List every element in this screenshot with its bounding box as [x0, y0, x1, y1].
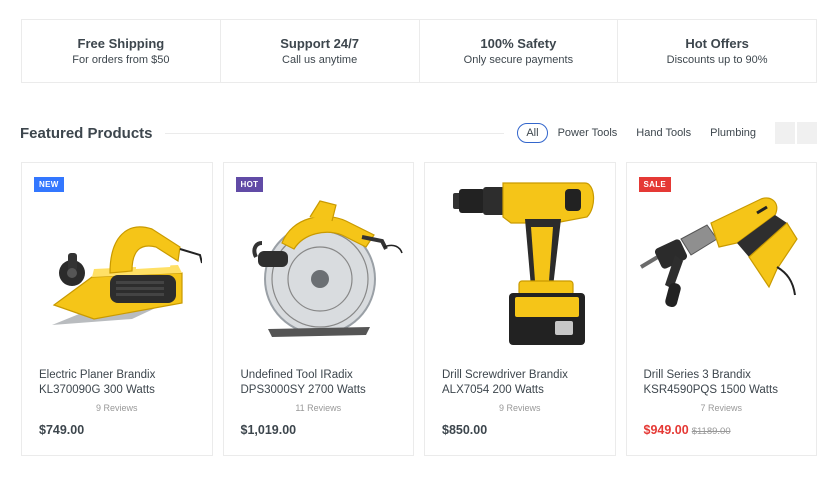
product-card[interactable]: NEW Electric Planer Brandix KL370090G 30… [21, 162, 213, 456]
features-bar: Free Shipping For orders from $50 Suppor… [21, 19, 817, 83]
hammer-drill-icon[interactable] [637, 177, 807, 357]
badge-new: NEW [34, 177, 64, 192]
product-reviews[interactable]: 11 Reviews [224, 403, 414, 413]
product-grid: NEW Electric Planer Brandix KL370090G 30… [21, 162, 817, 456]
old-price: $1189.00 [691, 426, 731, 437]
product-name[interactable]: Electric Planer Brandix KL370090G 300 Wa… [39, 368, 199, 398]
feature-subtitle: Only secure payments [463, 54, 574, 66]
feature-support: Support 24/7 Call us anytime [221, 20, 420, 82]
product-price: $1,019.00 [240, 423, 297, 437]
feature-title: Support 24/7 [280, 36, 359, 51]
product-card[interactable]: HOT Undefined Tool IRadix DPS3000SY 2700… [222, 162, 414, 456]
next-arrow-button[interactable] [797, 122, 817, 144]
product-name[interactable]: Undefined Tool IRadix DPS3000SY 2700 Wat… [241, 368, 401, 398]
section-divider [164, 132, 505, 134]
feature-title: Hot Offers [685, 36, 749, 51]
tab-power-tools[interactable]: Power Tools [549, 123, 627, 143]
carousel-nav [773, 122, 817, 144]
product-reviews[interactable]: 9 Reviews [22, 403, 212, 413]
feature-safety: 100% Safety Only secure payments [420, 20, 619, 82]
tab-hand-tools[interactable]: Hand Tools [627, 123, 700, 143]
featured-products-header: Featured Products All Power Tools Hand T… [20, 121, 817, 145]
badge-sale: SALE [638, 177, 672, 192]
product-card[interactable]: SALE Drill Series 3 Brandix KSR4590PQS 1… [625, 162, 817, 456]
product-reviews[interactable]: 9 Reviews [425, 403, 615, 413]
feature-subtitle: For orders from $50 [72, 54, 170, 66]
product-reviews[interactable]: 7 Reviews [627, 403, 817, 413]
sale-price: $949.00 [643, 423, 689, 437]
feature-free-shipping: Free Shipping For orders from $50 [22, 20, 221, 82]
prev-arrow-button[interactable] [775, 122, 795, 144]
feature-title: Free Shipping [77, 36, 165, 51]
tab-all[interactable]: All [517, 123, 548, 143]
section-title: Featured Products [20, 124, 153, 142]
drill-screwdriver-icon[interactable] [435, 177, 605, 357]
product-name[interactable]: Drill Series 3 Brandix KSR4590PQS 1500 W… [644, 368, 804, 398]
product-price: $949.00 $1189.00 [644, 423, 731, 437]
feature-title: 100% Safety [480, 36, 557, 51]
feature-subtitle: Discounts up to 90% [666, 54, 768, 66]
product-price: $749.00 [39, 423, 85, 437]
electric-planer-icon[interactable] [32, 177, 202, 357]
product-name[interactable]: Drill Screwdriver Brandix ALX7054 200 Wa… [442, 368, 602, 398]
product-price: $850.00 [442, 423, 488, 437]
feature-hot-offers: Hot Offers Discounts up to 90% [618, 20, 816, 82]
product-card[interactable]: Drill Screwdriver Brandix ALX7054 200 Wa… [424, 162, 616, 456]
feature-subtitle: Call us anytime [282, 54, 358, 66]
circular-saw-icon[interactable] [234, 177, 404, 357]
tab-plumbing[interactable]: Plumbing [701, 123, 765, 143]
badge-hot: HOT [235, 177, 264, 192]
category-tabs: All Power Tools Hand Tools Plumbing [516, 123, 765, 143]
